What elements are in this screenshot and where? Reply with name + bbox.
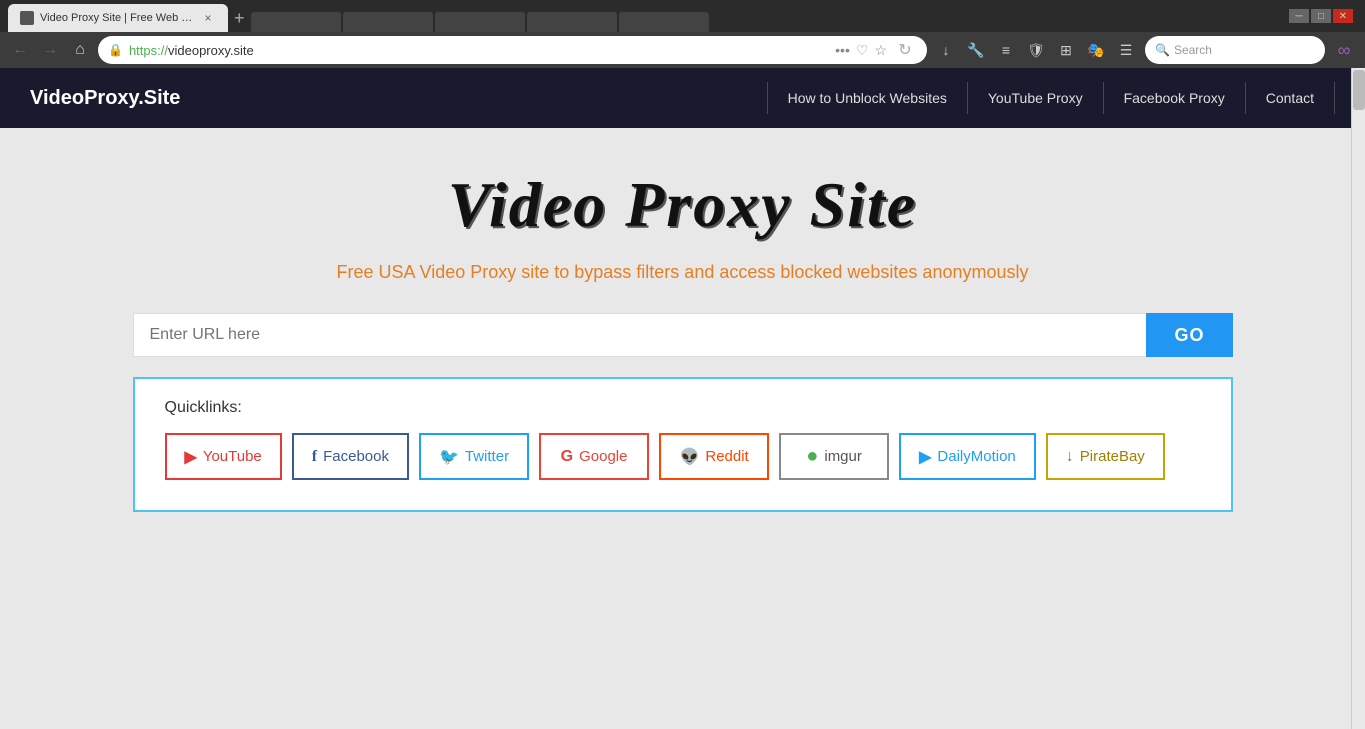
quicklink-imgur[interactable]: ● imgur: [779, 433, 889, 480]
tab-strip: Video Proxy Site | Free Web Proxy t... ×…: [8, 0, 1285, 32]
piratebay-icon: ↓: [1066, 448, 1074, 466]
facebook-icon: f: [312, 448, 317, 466]
quicklink-facebook[interactable]: f Facebook: [292, 433, 409, 480]
twitter-icon: 🐦: [439, 447, 459, 467]
quicklink-piratebay[interactable]: ↓ PirateBay: [1046, 433, 1165, 480]
site-navigation: VideoProxy.Site How to Unblock Websites …: [0, 68, 1365, 128]
security-icon: 🔒: [108, 43, 123, 57]
quicklink-dailymotion[interactable]: ▶ DailyMotion: [899, 433, 1036, 480]
home-button[interactable]: ⌂: [68, 38, 92, 62]
youtube-icon: ▶: [185, 447, 197, 467]
main-content: Video Proxy Site Free USA Video Proxy si…: [0, 128, 1365, 728]
url-input-section: GO: [133, 313, 1233, 357]
quicklink-twitter[interactable]: 🐦 Twitter: [419, 433, 529, 480]
search-input[interactable]: Search: [1174, 43, 1315, 57]
search-box[interactable]: 🔍 Search: [1145, 36, 1325, 64]
quicklink-reddit[interactable]: 👽 Reddit: [659, 433, 769, 480]
url-display: https://videoproxy.site: [129, 43, 829, 58]
close-window-button[interactable]: ✕: [1333, 9, 1353, 23]
nav-link-youtube-proxy[interactable]: YouTube Proxy: [968, 82, 1104, 114]
bookmark-icon[interactable]: ♡: [856, 42, 869, 59]
grid-icon[interactable]: ⊞: [1053, 37, 1079, 63]
scrollbar-thumb[interactable]: [1353, 70, 1365, 110]
inactive-tab[interactable]: [619, 12, 709, 32]
google-icon: G: [561, 448, 573, 466]
inactive-tab[interactable]: [251, 12, 341, 32]
shield-icon[interactable]: 🛡: [1023, 37, 1049, 63]
site-brand[interactable]: VideoProxy.Site: [30, 87, 767, 110]
menu-icon[interactable]: ☰: [1113, 37, 1139, 63]
reddit-icon: 👽: [679, 447, 699, 467]
nav-links: How to Unblock Websites YouTube Proxy Fa…: [767, 82, 1335, 114]
tab-close-button[interactable]: ×: [200, 11, 216, 25]
browser-toolbar: ← → ⌂ 🔒 https://videoproxy.site ••• ♡ ☆ …: [0, 32, 1365, 68]
quicklink-youtube[interactable]: ▶ YouTube: [165, 433, 282, 480]
quicklink-google[interactable]: G Google: [539, 433, 649, 480]
download-icon[interactable]: ↓: [933, 37, 959, 63]
infinity-icon[interactable]: ∞: [1331, 37, 1357, 63]
maximize-button[interactable]: □: [1311, 9, 1331, 23]
star-icon[interactable]: ☆: [874, 42, 887, 59]
page-title: Video Proxy Site: [448, 168, 917, 242]
scrollbar[interactable]: [1351, 68, 1365, 729]
active-tab[interactable]: Video Proxy Site | Free Web Proxy t... ×: [8, 4, 228, 32]
go-button[interactable]: GO: [1146, 313, 1232, 357]
quicklinks-section: Quicklinks: ▶ YouTube f Facebook 🐦 Twitt…: [133, 377, 1233, 512]
address-bar[interactable]: 🔒 https://videoproxy.site ••• ♡ ☆ ↻: [98, 36, 927, 64]
minimize-button[interactable]: ─: [1289, 9, 1309, 23]
new-tab-button[interactable]: +: [228, 4, 251, 32]
tools-icon[interactable]: 🔧: [963, 37, 989, 63]
reload-button[interactable]: ↻: [893, 38, 917, 62]
inactive-tab[interactable]: [527, 12, 617, 32]
quicklinks-buttons: ▶ YouTube f Facebook 🐦 Twitter G Google …: [165, 433, 1201, 480]
puzzle-icon[interactable]: 🎭: [1083, 37, 1109, 63]
toolbar-icons: ↓ 🔧 ≡ 🛡 ⊞ 🎭 ☰: [933, 37, 1139, 63]
forward-button[interactable]: →: [38, 38, 62, 62]
search-icon: 🔍: [1155, 43, 1170, 57]
nav-link-unblock[interactable]: How to Unblock Websites: [767, 82, 968, 114]
dailymotion-icon: ▶: [919, 447, 931, 467]
extra-tabs: [251, 12, 1285, 32]
site-subtitle: Free USA Video Proxy site to bypass filt…: [336, 262, 1028, 283]
inactive-tab[interactable]: [343, 12, 433, 32]
browser-titlebar: Video Proxy Site | Free Web Proxy t... ×…: [0, 0, 1365, 32]
nav-link-contact[interactable]: Contact: [1246, 82, 1335, 114]
back-button[interactable]: ←: [8, 38, 32, 62]
quicklinks-label: Quicklinks:: [165, 399, 1201, 417]
tab-title: Video Proxy Site | Free Web Proxy t...: [40, 12, 194, 24]
imgur-icon: ●: [806, 445, 818, 468]
inactive-tab[interactable]: [435, 12, 525, 32]
library-icon[interactable]: ≡: [993, 37, 1019, 63]
more-options-icon[interactable]: •••: [835, 42, 850, 58]
nav-link-facebook-proxy[interactable]: Facebook Proxy: [1104, 82, 1246, 114]
url-input[interactable]: [133, 313, 1147, 357]
tab-favicon: [20, 11, 34, 25]
